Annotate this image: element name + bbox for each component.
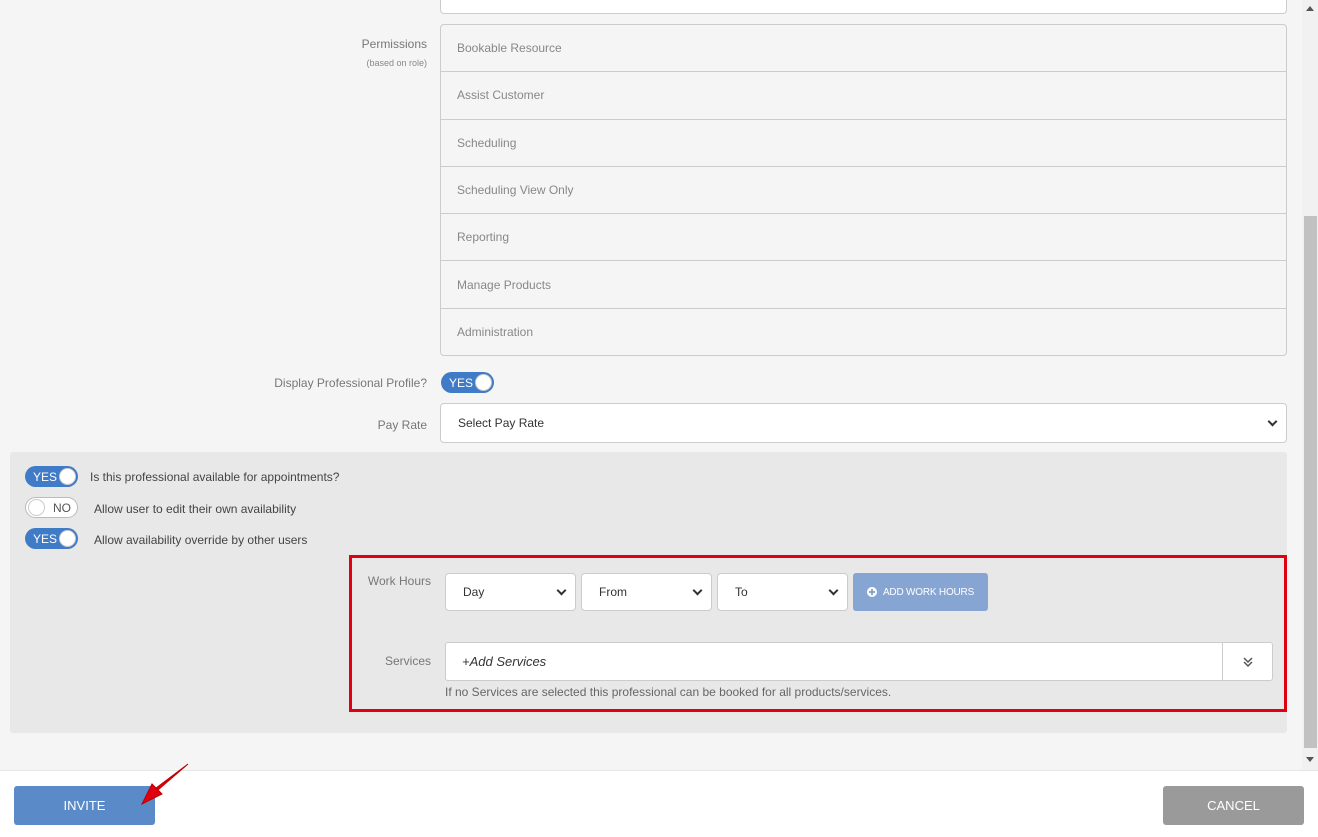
edit-own-availability-toggle[interactable]: NO bbox=[25, 497, 78, 518]
highlight-box bbox=[349, 555, 1287, 712]
invite-button[interactable]: INVITE bbox=[14, 786, 155, 825]
available-appointments-toggle[interactable]: YES bbox=[25, 466, 78, 487]
permissions-sublabel: (based on role) bbox=[366, 58, 427, 68]
availability-override-text: Allow availability override by other use… bbox=[94, 533, 308, 547]
permission-item-bookable-resource[interactable]: Bookable Resource bbox=[441, 25, 1286, 73]
permission-item-assist-customer[interactable]: Assist Customer bbox=[441, 72, 1286, 120]
previous-field-input[interactable] bbox=[440, 0, 1287, 14]
permission-item-scheduling[interactable]: Scheduling bbox=[441, 120, 1286, 167]
available-toggle-text: YES bbox=[33, 469, 58, 484]
toggle-knob bbox=[28, 499, 45, 516]
permission-item-administration[interactable]: Administration bbox=[441, 309, 1286, 355]
permission-item-manage-products[interactable]: Manage Products bbox=[441, 261, 1286, 309]
override-toggle-text: YES bbox=[33, 531, 58, 546]
toggle-knob bbox=[475, 374, 492, 391]
pay-rate-value: Select Pay Rate bbox=[458, 416, 545, 430]
scroll-down-icon[interactable] bbox=[1306, 757, 1314, 762]
scrollbar-thumb[interactable] bbox=[1304, 216, 1317, 748]
scroll-up-icon[interactable] bbox=[1306, 6, 1314, 11]
toggle-knob bbox=[59, 530, 76, 547]
permissions-list: Bookable Resource Assist Customer Schedu… bbox=[440, 24, 1287, 356]
edit-own-toggle-text: NO bbox=[53, 500, 71, 515]
pay-rate-label: Pay Rate bbox=[377, 418, 427, 432]
pay-rate-select[interactable]: Select Pay Rate bbox=[440, 403, 1287, 443]
cancel-button[interactable]: CANCEL bbox=[1163, 786, 1304, 825]
display-profile-toggle-text: YES bbox=[449, 375, 474, 390]
permission-item-reporting[interactable]: Reporting bbox=[441, 214, 1286, 262]
footer-bar bbox=[0, 770, 1318, 837]
edit-own-availability-text: Allow user to edit their own availabilit… bbox=[94, 502, 297, 516]
permissions-label: Permissions bbox=[361, 37, 427, 51]
availability-override-toggle[interactable]: YES bbox=[25, 528, 78, 549]
chevron-down-icon bbox=[1267, 416, 1278, 426]
permission-item-scheduling-view-only[interactable]: Scheduling View Only bbox=[441, 167, 1286, 215]
annotation-arrow-icon bbox=[140, 763, 189, 806]
toggle-knob bbox=[59, 468, 76, 485]
display-profile-label: Display Professional Profile? bbox=[274, 376, 427, 390]
available-appointments-text: Is this professional available for appoi… bbox=[90, 470, 340, 484]
display-profile-toggle[interactable]: YES bbox=[441, 372, 494, 393]
